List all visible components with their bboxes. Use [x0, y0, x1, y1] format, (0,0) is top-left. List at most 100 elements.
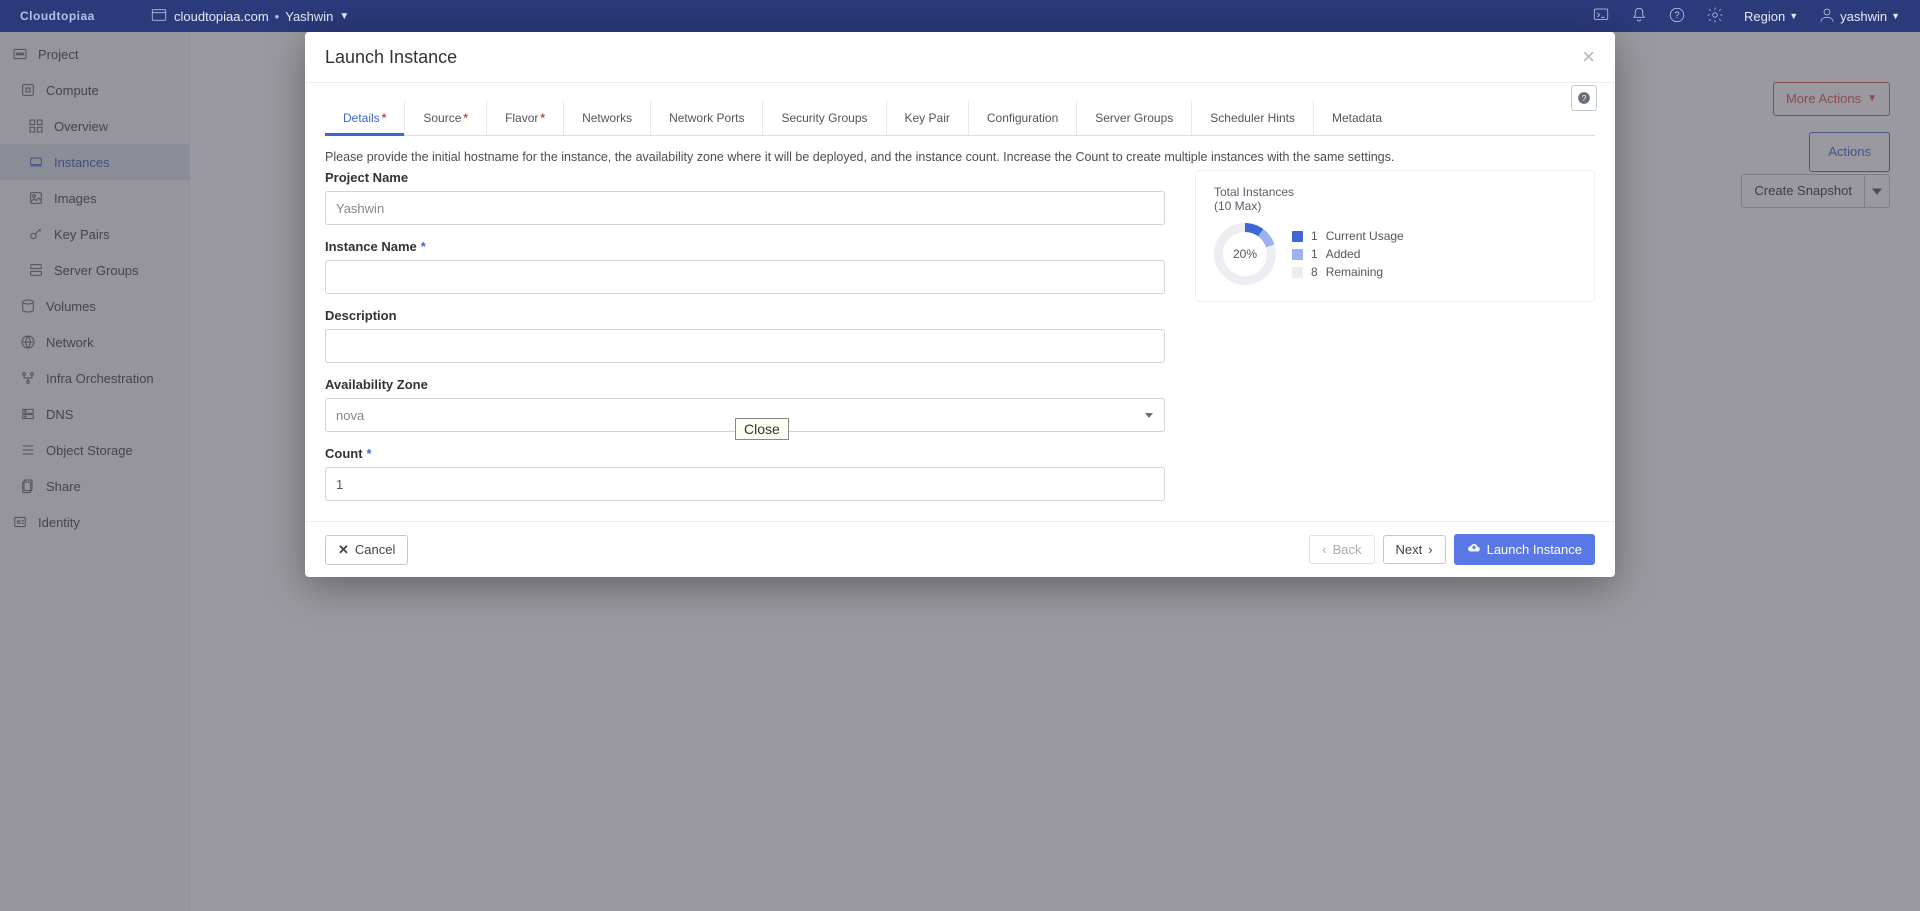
svg-text:?: ?: [1582, 94, 1587, 103]
label-text: Instance Name: [325, 239, 417, 254]
usage-panel: Total Instances (10 Max) 20% 1 Current U…: [1195, 170, 1595, 302]
tab-key-pair[interactable]: Key Pair: [887, 101, 969, 135]
tab-details[interactable]: Details*: [325, 101, 405, 135]
field-count: Count *: [325, 446, 1165, 501]
next-label: Next: [1396, 542, 1423, 557]
caret-down-icon: ▼: [1789, 11, 1798, 21]
caret-down-icon: ▼: [1891, 11, 1900, 21]
required-star-icon: *: [421, 239, 426, 254]
project-name: Yashwin: [285, 9, 333, 24]
region-dropdown[interactable]: Region ▼: [1744, 9, 1798, 24]
chevron-left-icon: ‹: [1322, 542, 1326, 557]
form-left: Project Name Instance Name * Description: [325, 170, 1165, 505]
legend-remaining: 8 Remaining: [1292, 265, 1404, 279]
back-label: Back: [1333, 542, 1362, 557]
svg-text:?: ?: [1674, 10, 1679, 20]
instance-name-input[interactable]: [325, 260, 1165, 294]
field-description: Description: [325, 308, 1165, 363]
cloud-upload-icon: [1467, 541, 1481, 558]
count-input[interactable]: [325, 467, 1165, 501]
label-text: Count: [325, 446, 363, 461]
modal-body: ? Details* Source* Flavor* Networks Netw…: [305, 83, 1615, 521]
caret-down-icon: ▼: [339, 11, 349, 22]
required-star-icon: *: [367, 446, 372, 461]
description-label: Description: [325, 308, 1165, 323]
legend-added: 1 Added: [1292, 247, 1404, 261]
cancel-button[interactable]: ✕ Cancel: [325, 535, 408, 565]
launch-instance-modal: Launch Instance × ? Details* Source* Fla…: [305, 32, 1615, 577]
project-name-label: Project Name: [325, 170, 1165, 185]
legend-label: Current Usage: [1326, 229, 1404, 243]
bell-icon[interactable]: [1630, 6, 1648, 27]
legend-value: 1: [1311, 229, 1318, 243]
user-menu[interactable]: yashwin ▼: [1818, 6, 1900, 27]
modal-header: Launch Instance ×: [305, 32, 1615, 83]
availability-zone-label: Availability Zone: [325, 377, 1165, 392]
modal-title: Launch Instance: [325, 47, 1582, 68]
usage-title: Total Instances: [1214, 185, 1576, 199]
tab-label: Metadata: [1332, 111, 1382, 125]
console-icon[interactable]: [1592, 6, 1610, 27]
help-icon[interactable]: ?: [1668, 6, 1686, 27]
legend-value: 1: [1311, 247, 1318, 261]
project-name-input: [325, 191, 1165, 225]
launch-label: Launch Instance: [1487, 542, 1582, 557]
form-area: Project Name Instance Name * Description: [325, 170, 1595, 505]
region-label: Region: [1744, 9, 1785, 24]
usage-donut-chart: 20%: [1214, 223, 1276, 285]
topbar-right: ? Region ▼ yashwin ▼: [1592, 6, 1900, 27]
modal-footer: ✕ Cancel ‹ Back Next › Launch Instance: [305, 521, 1615, 577]
legend-current-usage: 1 Current Usage: [1292, 229, 1404, 243]
cancel-label: Cancel: [355, 542, 395, 557]
field-instance-name: Instance Name *: [325, 239, 1165, 294]
description-input[interactable]: [325, 329, 1165, 363]
user-icon: [1818, 6, 1836, 27]
domain-name: cloudtopiaa.com: [174, 9, 269, 24]
swatch-icon: [1292, 231, 1303, 242]
brand-logo: Cloudtopiaa: [20, 9, 140, 23]
domain-icon: [150, 6, 168, 27]
tab-label: Scheduler Hints: [1210, 111, 1295, 125]
tab-configuration[interactable]: Configuration: [969, 101, 1077, 135]
tab-flavor[interactable]: Flavor*: [487, 101, 564, 135]
topbar: Cloudtopiaa cloudtopiaa.com • Yashwin ▼ …: [0, 0, 1920, 32]
field-project-name: Project Name: [325, 170, 1165, 225]
tab-source[interactable]: Source*: [405, 101, 487, 135]
launch-instance-button[interactable]: Launch Instance: [1454, 534, 1595, 565]
required-star-icon: *: [463, 111, 468, 125]
tab-label: Server Groups: [1095, 111, 1173, 125]
swatch-icon: [1292, 267, 1303, 278]
legend-value: 8: [1311, 265, 1318, 279]
settings-gear-icon[interactable]: [1706, 6, 1724, 27]
next-button[interactable]: Next ›: [1383, 535, 1446, 564]
modal-overlay: Launch Instance × ? Details* Source* Fla…: [0, 32, 1920, 911]
close-tooltip: Close: [735, 418, 789, 440]
required-star-icon: *: [382, 111, 387, 125]
tab-label: Network Ports: [669, 111, 744, 125]
tab-security-groups[interactable]: Security Groups: [763, 101, 886, 135]
tab-metadata[interactable]: Metadata: [1314, 101, 1400, 135]
swatch-icon: [1292, 249, 1303, 260]
chevron-right-icon: ›: [1428, 542, 1432, 557]
close-icon[interactable]: ×: [1582, 46, 1595, 68]
tab-server-groups[interactable]: Server Groups: [1077, 101, 1192, 135]
tab-scheduler-hints[interactable]: Scheduler Hints: [1192, 101, 1314, 135]
legend-label: Added: [1326, 247, 1361, 261]
tab-network-ports[interactable]: Network Ports: [651, 101, 763, 135]
back-button: ‹ Back: [1309, 535, 1374, 564]
tab-label: Configuration: [987, 111, 1058, 125]
user-label: yashwin: [1840, 9, 1887, 24]
required-star-icon: *: [540, 111, 545, 125]
count-label: Count *: [325, 446, 1165, 461]
tab-label: Details: [343, 111, 380, 125]
project-context-switcher[interactable]: cloudtopiaa.com • Yashwin ▼: [150, 6, 349, 27]
usage-percent: 20%: [1223, 232, 1267, 276]
usage-body: 20% 1 Current Usage 1 Added: [1214, 223, 1576, 285]
help-button[interactable]: ?: [1571, 85, 1597, 111]
tab-networks[interactable]: Networks: [564, 101, 651, 135]
legend-label: Remaining: [1326, 265, 1383, 279]
tab-label: Key Pair: [905, 111, 950, 125]
tab-label: Security Groups: [781, 111, 867, 125]
tab-description: Please provide the initial hostname for …: [325, 150, 1595, 164]
instance-name-label: Instance Name *: [325, 239, 1165, 254]
